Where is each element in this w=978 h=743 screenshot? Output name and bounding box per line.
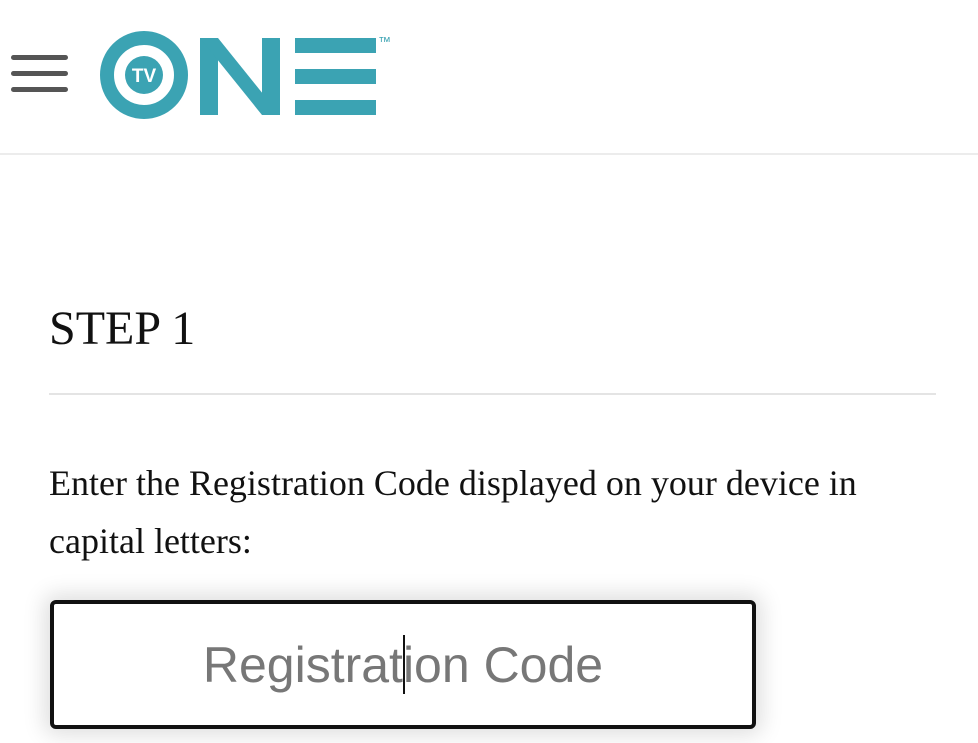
logo-n-right-stem xyxy=(262,38,280,115)
text-caret xyxy=(403,635,405,694)
site-header: TV ™ xyxy=(0,0,978,155)
menu-bar xyxy=(11,87,68,92)
logo-e-middle-bar xyxy=(295,69,376,84)
section-divider xyxy=(49,393,936,395)
main-content: STEP 1 Enter the Registration Code displ… xyxy=(49,300,936,561)
logo-trademark: ™ xyxy=(378,34,391,49)
menu-bar xyxy=(11,71,68,76)
hamburger-menu-icon[interactable] xyxy=(11,52,69,96)
menu-bar xyxy=(11,55,68,60)
step-title: STEP 1 xyxy=(49,302,196,355)
logo-badge-text: TV xyxy=(132,66,157,87)
tv-one-logo[interactable]: TV ™ xyxy=(100,31,402,121)
instructions-text: Enter the Registration Code displayed on… xyxy=(49,463,857,561)
logo-e-top-bar xyxy=(295,38,376,53)
logo-e-bottom-bar xyxy=(295,100,376,115)
